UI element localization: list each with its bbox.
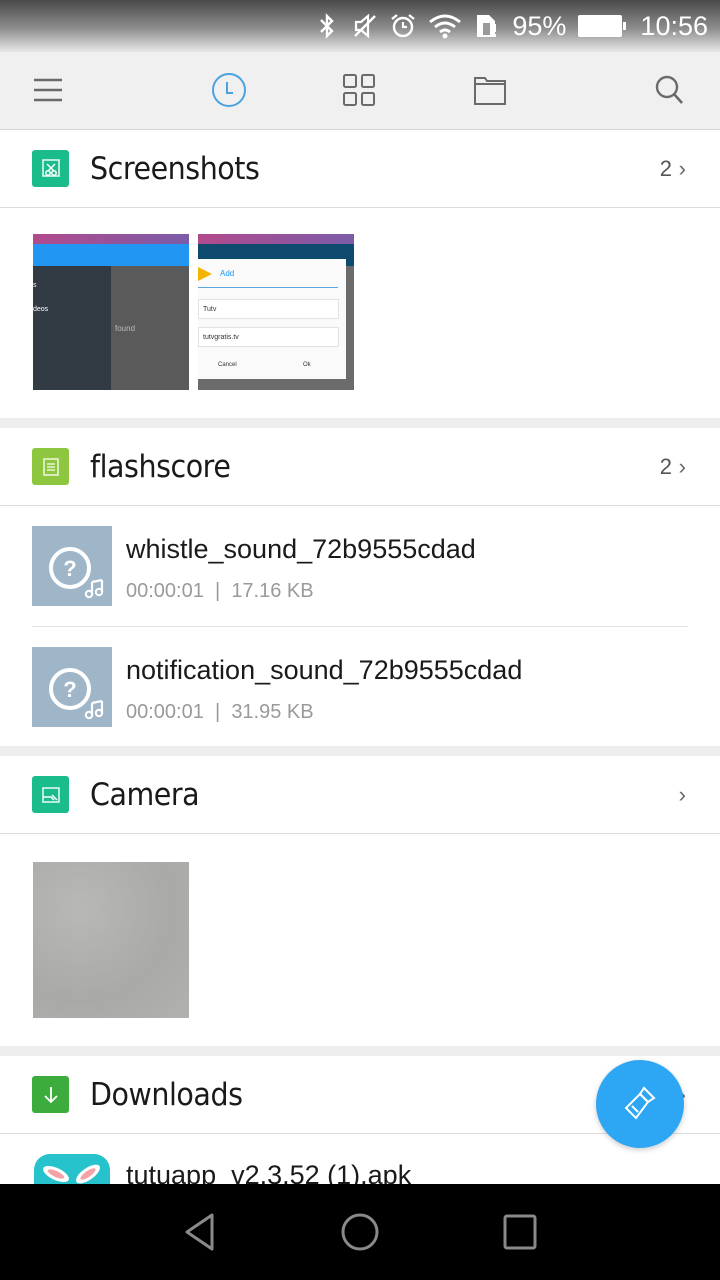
menu-button[interactable] [26, 68, 70, 112]
item-count: 2 [659, 155, 672, 181]
clock-time: 10:56 [640, 10, 708, 41]
file-size: 17.16 KB [231, 580, 314, 602]
thumb-app-bar [33, 244, 189, 266]
item-count: 2 [659, 453, 672, 479]
home-icon [341, 1213, 379, 1251]
section-header-flashscore[interactable]: flashscore 2 › [0, 428, 720, 506]
section-flashscore: flashscore 2 › ? whistle_sound_72b9555cd… [0, 428, 720, 746]
file-size: 31.95 KB [231, 701, 314, 723]
bluetooth-icon [314, 13, 340, 39]
folder-icon [474, 77, 506, 105]
svg-text:?: ? [63, 556, 76, 581]
file-meta: 00:00:01 | 17.16 KB [126, 580, 314, 603]
clean-fab-button[interactable] [596, 1060, 684, 1148]
section-title: flashscore [90, 448, 231, 485]
tutuapp-app-icon [34, 1154, 110, 1184]
screenshot-thumbnail[interactable]: s deos found [33, 234, 189, 390]
sim-alert-icon [474, 13, 500, 39]
section-title: Screenshots [90, 150, 260, 187]
section-gap [0, 746, 720, 756]
alarm-icon [390, 13, 416, 39]
back-icon [185, 1213, 214, 1251]
file-name: whistle_sound_72b9555cdad [126, 534, 476, 564]
thumb-field: tutvgratis.tv [198, 327, 339, 347]
home-button[interactable] [338, 1210, 382, 1254]
section-header-camera[interactable]: Camera › [0, 756, 720, 834]
thumb-content-text: found [115, 324, 136, 333]
thumb-drawer [33, 266, 111, 390]
thumb-dialog-title: Add [220, 269, 235, 278]
section-title: Downloads [90, 1076, 243, 1113]
section-gap [0, 1046, 720, 1056]
unknown-audio-icon: ? [32, 647, 112, 727]
chevron-right-icon: › [678, 781, 686, 807]
recent-clock-icon [212, 73, 246, 107]
thumb-ok: Ok [303, 362, 311, 368]
thumb-drawer-item: deos [33, 306, 49, 313]
categories-grid-icon [343, 74, 375, 106]
battery-percent: 95% [512, 10, 567, 41]
section-camera: Camera › [0, 756, 720, 1046]
section-header-screenshots[interactable]: Screenshots 2 › [0, 130, 720, 208]
chevron-right-icon: › [678, 155, 686, 181]
broom-clean-icon [624, 1086, 656, 1120]
tab-categories[interactable] [337, 68, 381, 112]
wifi-icon [428, 13, 462, 39]
thumb-dialog-divider [198, 287, 338, 288]
camera-photo-thumbnail[interactable] [33, 862, 189, 1018]
image-icon [32, 776, 69, 813]
recents-icon [503, 1214, 537, 1250]
thumb-drawer-item: s [33, 282, 37, 289]
list-item[interactable]: tutuapp_v2.3.52 (1).apk [0, 1134, 720, 1184]
screenshot-scissors-icon [32, 150, 69, 187]
thumb-status-strip [33, 234, 189, 244]
thumb-dialog: Add Tutv tutvgratis.tv Cancel Ok [198, 259, 346, 379]
play-logo-icon [198, 267, 212, 281]
status-bar: 95% 10:56 [0, 0, 720, 52]
meta-separator: | [214, 580, 221, 602]
section-screenshots: Screenshots 2 › s deos found Add Tutv tu… [0, 130, 720, 418]
file-duration: 00:00:01 [126, 580, 204, 602]
screenshot-thumbnail[interactable]: Add Tutv tutvgratis.tv Cancel Ok [198, 234, 354, 390]
menu-icon [34, 78, 62, 102]
chevron-right-icon: › [678, 453, 686, 479]
muted-icon [352, 13, 378, 39]
thumb-status-strip [198, 234, 354, 244]
thumb-cancel: Cancel [218, 362, 237, 368]
tab-recent[interactable] [207, 68, 251, 112]
recents-button[interactable] [498, 1210, 542, 1254]
search-button[interactable] [648, 68, 692, 112]
section-title: Camera [90, 776, 200, 813]
file-meta: 00:00:01 | 31.95 KB [126, 701, 314, 724]
document-icon [32, 448, 69, 485]
thumb-field: Tutv [198, 299, 339, 319]
list-item[interactable]: ? notification_sound_72b9555cdad 00:00:0… [0, 627, 720, 747]
meta-separator: | [214, 701, 221, 723]
section-gap [0, 418, 720, 428]
svg-text:?: ? [63, 677, 76, 702]
navigation-bar [0, 1184, 720, 1280]
back-button[interactable] [178, 1210, 222, 1254]
battery-icon [578, 15, 627, 37]
file-duration: 00:00:01 [126, 701, 204, 723]
download-arrow-icon [32, 1076, 69, 1113]
unknown-audio-icon: ? [32, 526, 112, 606]
tab-folders[interactable] [468, 68, 512, 112]
list-item[interactable]: ? whistle_sound_72b9555cdad 00:00:01 | 1… [0, 506, 720, 626]
toolbar [0, 52, 720, 130]
file-name: notification_sound_72b9555cdad [126, 655, 523, 685]
file-name: tutuapp_v2.3.52 (1).apk [126, 1160, 412, 1184]
search-icon [655, 75, 683, 104]
